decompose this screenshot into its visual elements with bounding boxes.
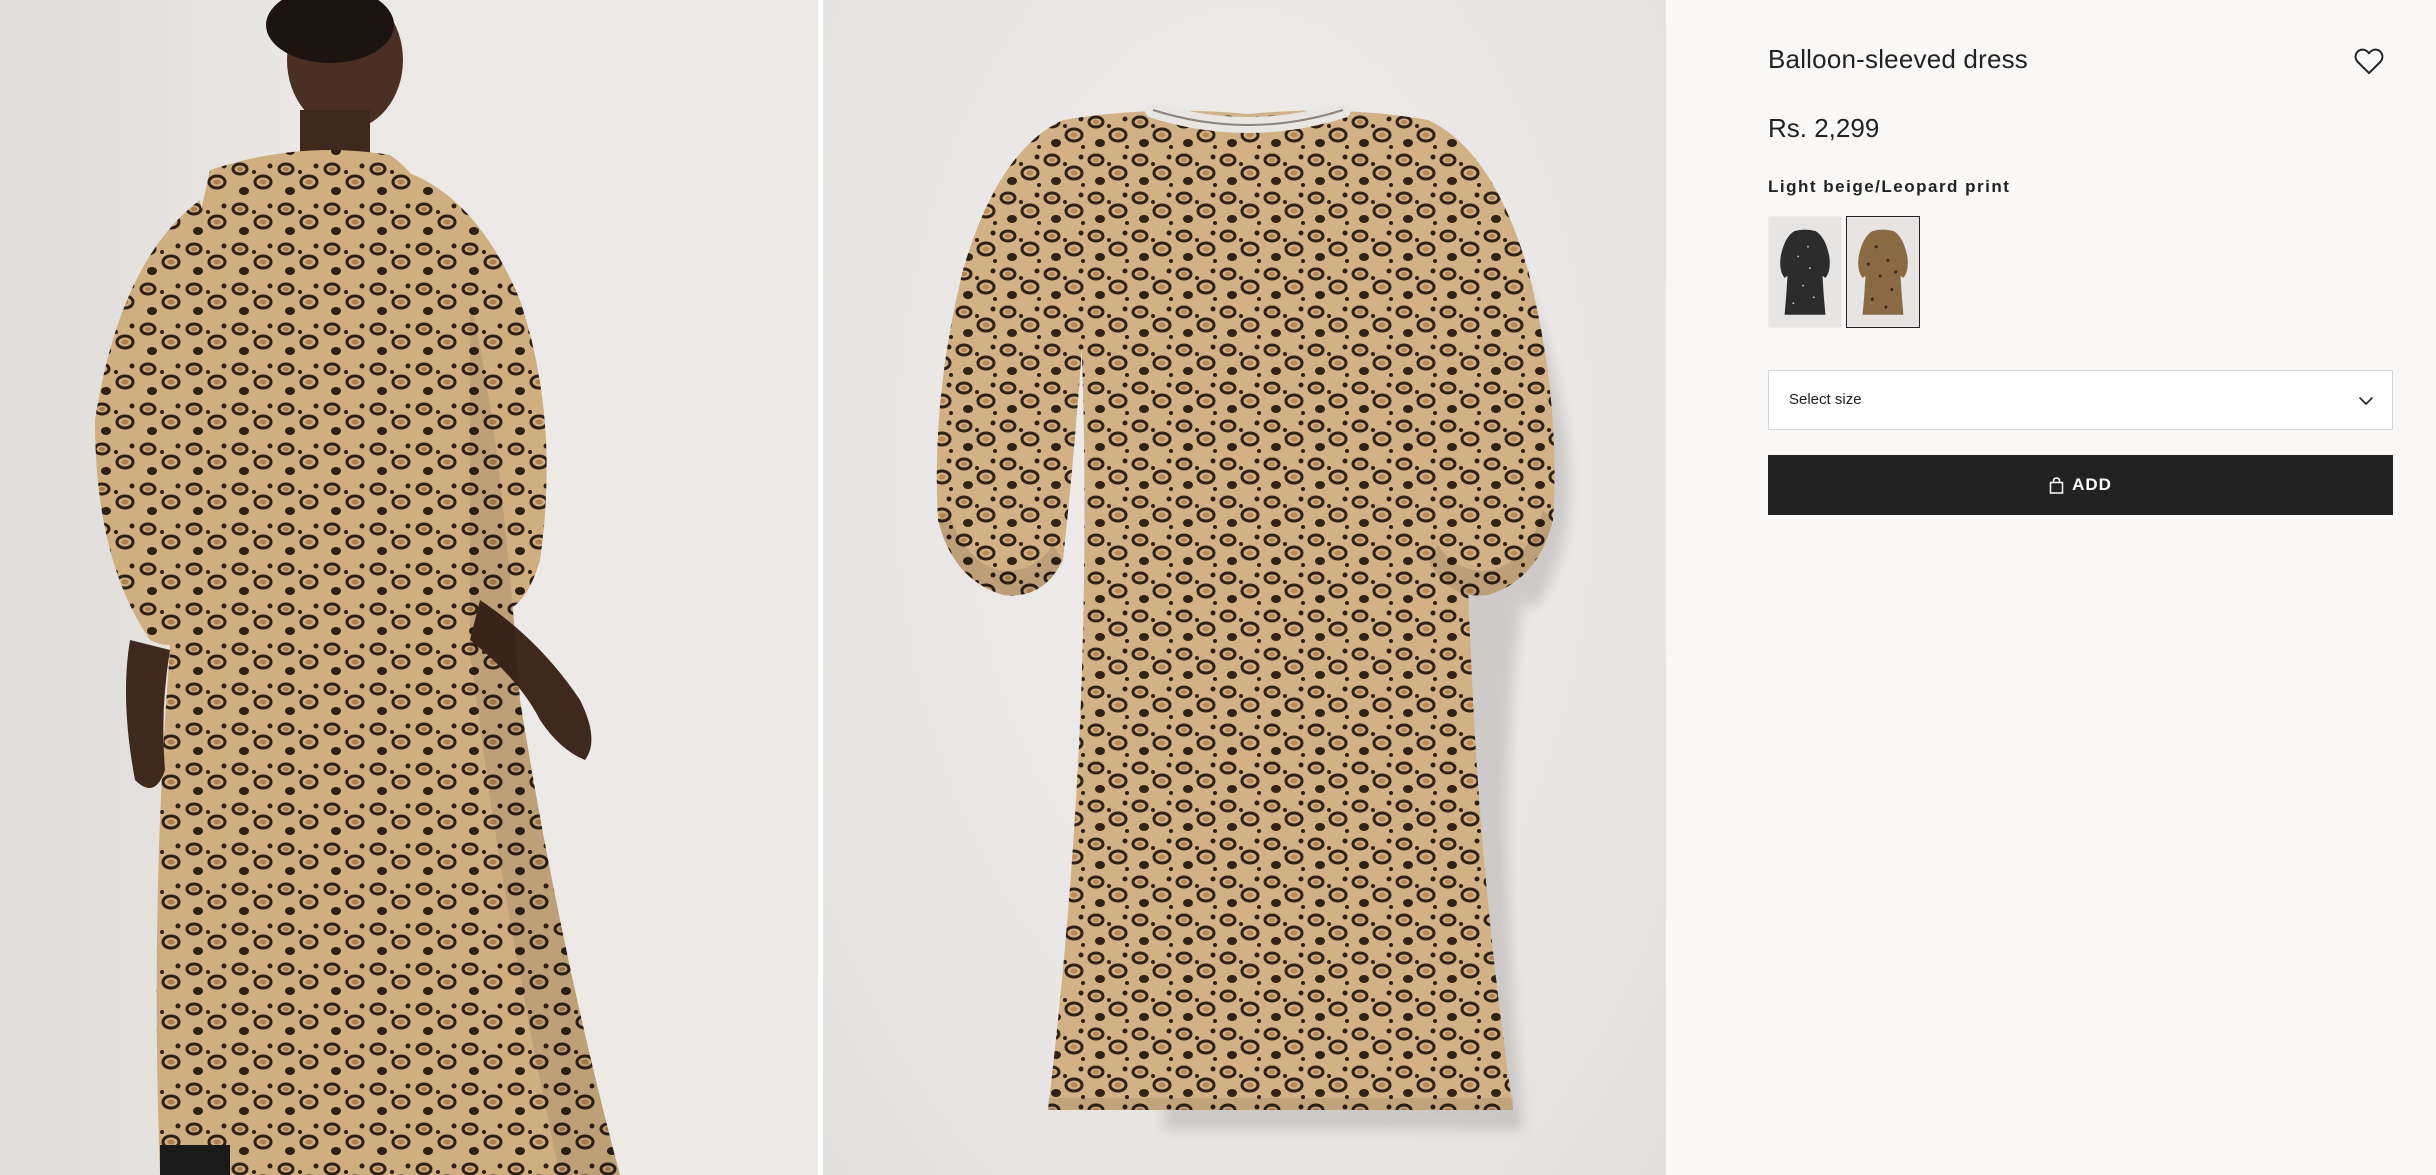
product-price: Rs. 2,299 (1768, 113, 1880, 143)
product-page: Balloon-sleeved dress Rs. 2,299 Light be… (0, 0, 2436, 1175)
black-dress-thumbnail (1769, 217, 1841, 327)
model-wearing-dress-illustration (95, 0, 620, 1175)
color-swatch-leopard[interactable] (1846, 216, 1920, 328)
product-title: Balloon-sleeved dress (1768, 44, 2029, 74)
heart-icon (2354, 48, 2384, 74)
size-select-label: Select size (1789, 391, 1862, 408)
leopard-dress-thumbnail (1847, 217, 1919, 327)
color-swatches (1768, 216, 1920, 328)
bag-icon (2049, 476, 2064, 494)
product-image-flat[interactable] (823, 0, 1666, 1175)
add-to-bag-button[interactable]: ADD (1768, 455, 2393, 515)
add-button-label: ADD (2072, 475, 2112, 494)
color-swatch-black[interactable] (1768, 216, 1842, 328)
favorite-button[interactable] (2349, 42, 2389, 82)
selected-color-name: Light beige/Leopard print (1768, 177, 2011, 196)
product-image-model[interactable] (0, 0, 818, 1175)
product-details-panel: Balloon-sleeved dress Rs. 2,299 Light be… (1666, 0, 2436, 1175)
size-select[interactable]: Select size (1768, 370, 2393, 430)
dress-flat-lay-illustration (936, 102, 1569, 1130)
chevron-down-icon (2359, 397, 2373, 405)
